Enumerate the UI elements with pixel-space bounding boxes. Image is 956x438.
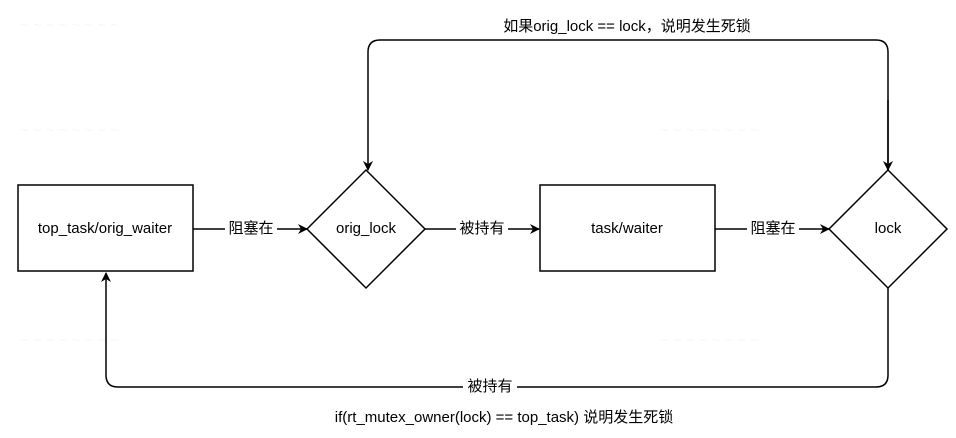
- node-lock: lock: [827, 168, 949, 290]
- edge-label-held-by-1: 被持有: [456, 219, 508, 239]
- svg-text:被持有: 被持有: [467, 378, 512, 395]
- node-task-waiter: task/waiter: [539, 184, 716, 272]
- edge-deadlock-top-loop: [363, 39, 889, 171]
- edge-label-blocked-on-1: 阻塞在: [225, 219, 277, 239]
- node-lock-label: lock: [875, 220, 902, 237]
- edge-label-held-by-return: 被持有: [463, 377, 517, 397]
- node-top-task: top_task/orig_waiter: [17, 184, 194, 272]
- edge-held-by-return: [101, 272, 889, 388]
- svg-text:阻塞在: 阻塞在: [228, 219, 273, 237]
- svg-text:阻塞在: 阻塞在: [750, 219, 795, 237]
- svg-text:~ ~ ~ ~ ~ ~ ~ ~: ~ ~ ~ ~ ~ ~ ~ ~: [20, 122, 119, 139]
- watermark: ~ ~ ~ ~ ~ ~ ~ ~ ~ ~ ~ ~ ~ ~ ~ ~ ~ ~ ~ ~ …: [20, 17, 759, 349]
- svg-text:被持有: 被持有: [459, 220, 504, 237]
- svg-text:如果orig_lock == lock，说明发生死锁: 如果orig_lock == lock，说明发生死锁: [503, 18, 751, 35]
- diagram-caption: if(rt_mutex_owner(lock) == top_task) 说明发…: [335, 409, 673, 426]
- edge-label-blocked-on-2: 阻塞在: [747, 219, 799, 239]
- node-orig-lock: orig_lock: [305, 168, 427, 290]
- svg-text:~ ~ ~ ~ ~ ~ ~ ~: ~ ~ ~ ~ ~ ~ ~ ~: [20, 17, 119, 34]
- node-task-waiter-label: task/waiter: [591, 220, 663, 237]
- node-orig-lock-label: orig_lock: [336, 220, 397, 237]
- deadlock-diagram: ~ ~ ~ ~ ~ ~ ~ ~ ~ ~ ~ ~ ~ ~ ~ ~ ~ ~ ~ ~ …: [17, 16, 949, 426]
- edge-label-deadlock-top: 如果orig_lock == lock，说明发生死锁: [478, 16, 778, 38]
- svg-text:~ ~ ~ ~ ~ ~ ~ ~: ~ ~ ~ ~ ~ ~ ~ ~: [660, 332, 759, 349]
- svg-text:~ ~ ~ ~ ~ ~ ~ ~: ~ ~ ~ ~ ~ ~ ~ ~: [20, 332, 119, 349]
- svg-text:~ ~ ~ ~ ~ ~ ~ ~: ~ ~ ~ ~ ~ ~ ~ ~: [660, 122, 759, 139]
- node-top-task-label: top_task/orig_waiter: [38, 220, 172, 237]
